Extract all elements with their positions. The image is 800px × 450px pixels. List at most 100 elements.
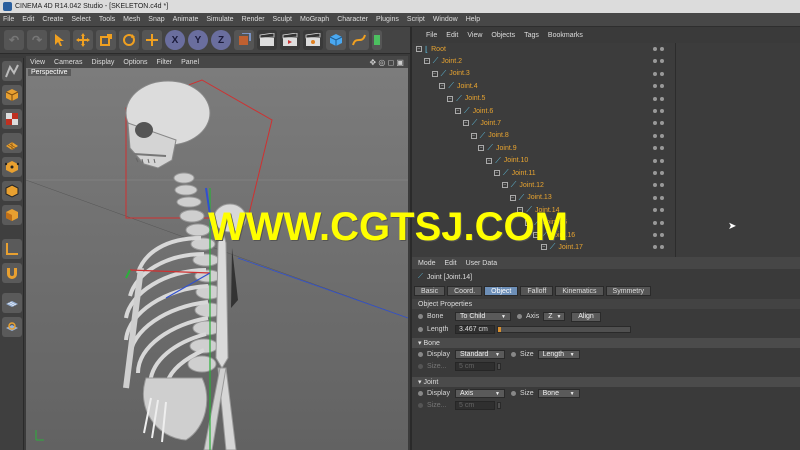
add-nurbs-button[interactable] <box>372 30 382 50</box>
am-menu-edit[interactable]: Edit <box>445 260 457 267</box>
viewport-menu-view[interactable]: View <box>30 59 45 66</box>
tab-falloff[interactable]: Falloff <box>520 286 554 296</box>
visibility-dot[interactable] <box>653 96 657 101</box>
viewport-camera-label[interactable]: Perspective <box>28 69 71 76</box>
viewport-nav-icons[interactable]: ✥ ◎ ◻ ▣ <box>369 58 404 67</box>
expand-toggle-icon[interactable]: − <box>431 70 438 77</box>
menu-mograph[interactable]: MoGraph <box>300 16 329 23</box>
am-menu-user-data[interactable]: User Data <box>466 260 498 267</box>
bone-display-select[interactable]: Standard ▼ <box>455 350 505 359</box>
visibility-dot[interactable] <box>660 183 664 188</box>
expand-toggle-icon[interactable]: − <box>439 83 446 90</box>
coordinate-system-button[interactable] <box>234 30 254 50</box>
joint-section-header[interactable]: ▾ Joint <box>412 377 800 387</box>
menu-plugins[interactable]: Plugins <box>376 16 399 23</box>
om-menu-view[interactable]: View <box>467 32 482 39</box>
joint-display-select[interactable]: Axis ▼ <box>455 389 505 398</box>
scale-tool-button[interactable] <box>96 30 116 50</box>
visibility-dot[interactable] <box>660 47 664 51</box>
y-axis-toggle[interactable]: Y <box>188 30 208 50</box>
tree-item[interactable]: − ⟋ Joint.7 <box>462 117 501 129</box>
render-settings-button[interactable] <box>303 30 323 50</box>
joint-size-select[interactable]: Bone ▼ <box>537 389 580 398</box>
visibility-dot[interactable] <box>653 158 657 163</box>
visibility-dot[interactable] <box>660 208 664 213</box>
expand-toggle-icon[interactable]: − <box>455 108 461 114</box>
menu-file[interactable]: File <box>3 16 14 23</box>
polygons-mode-button[interactable] <box>2 205 22 225</box>
visibility-dot[interactable] <box>653 84 657 89</box>
tab-object[interactable]: Object <box>484 286 519 296</box>
menu-script[interactable]: Script <box>407 16 425 23</box>
redo-button[interactable]: ↷ <box>27 30 47 50</box>
tab-symmetry[interactable]: Symmetry <box>605 286 652 296</box>
add-cube-button[interactable] <box>326 30 346 50</box>
add-spline-button[interactable] <box>349 30 369 50</box>
visibility-dot[interactable] <box>653 71 657 76</box>
visibility-dot[interactable] <box>653 146 657 151</box>
visibility-dot[interactable] <box>660 96 664 101</box>
length-slider[interactable] <box>497 326 631 333</box>
tree-item[interactable]: − ⟋ Joint.2 <box>423 55 462 67</box>
om-menu-bookmarks[interactable]: Bookmarks <box>548 32 583 39</box>
visibility-dot[interactable] <box>653 220 657 225</box>
visibility-dot[interactable] <box>660 84 664 89</box>
expand-toggle-icon[interactable]: − <box>462 120 469 127</box>
bone-animate-dot[interactable] <box>418 314 423 319</box>
move-tool-button[interactable] <box>73 30 93 50</box>
axis-mode-button[interactable] <box>2 239 22 259</box>
expand-toggle-icon[interactable]: − <box>486 157 493 164</box>
expand-toggle-icon[interactable]: − <box>423 58 430 65</box>
workplane-mode-button[interactable] <box>2 133 22 153</box>
menu-create[interactable]: Create <box>42 16 63 23</box>
tree-item[interactable]: − ⟋ Joint.8 <box>470 130 509 142</box>
visibility-dot[interactable] <box>660 220 664 225</box>
live-selection-button[interactable] <box>50 30 70 50</box>
visibility-dot[interactable] <box>653 183 657 188</box>
om-menu-file[interactable]: File <box>426 32 437 39</box>
recent-tool-button[interactable] <box>142 30 162 50</box>
expand-toggle-icon[interactable]: − <box>416 46 422 52</box>
axis-animate-dot[interactable] <box>517 314 522 319</box>
tab-basic[interactable]: Basic <box>414 286 446 296</box>
undo-button[interactable]: ↶ <box>4 30 24 50</box>
visibility-dot[interactable] <box>660 233 664 237</box>
menu-simulate[interactable]: Simulate <box>206 16 233 23</box>
visibility-dot[interactable] <box>653 233 657 237</box>
om-menu-tags[interactable]: Tags <box>524 32 539 39</box>
viewport-menu-display[interactable]: Display <box>91 59 114 66</box>
texture-mode-button[interactable] <box>2 109 22 129</box>
visibility-dot[interactable] <box>660 245 664 250</box>
tree-item[interactable]: − ⟋ Joint.6 <box>455 105 493 117</box>
snap-button[interactable] <box>2 293 22 313</box>
tree-item[interactable]: − ⟋ Joint.11 <box>494 167 536 179</box>
menu-help[interactable]: Help <box>466 16 480 23</box>
tab-coord[interactable]: Coord. <box>447 286 483 296</box>
edges-mode-button[interactable] <box>2 181 22 201</box>
length-animate-dot[interactable] <box>418 327 423 332</box>
visibility-dot[interactable] <box>660 133 664 138</box>
menu-select[interactable]: Select <box>71 16 90 23</box>
menu-snap[interactable]: Snap <box>148 16 164 23</box>
x-axis-toggle[interactable]: X <box>165 30 185 50</box>
workplane-lock-button[interactable] <box>2 317 22 337</box>
joint-display-animate-dot[interactable] <box>418 391 423 396</box>
visibility-dot[interactable] <box>653 245 657 250</box>
viewport-menu-filter[interactable]: Filter <box>157 59 173 66</box>
visibility-dot[interactable] <box>660 171 664 175</box>
menu-tools[interactable]: Tools <box>99 16 115 23</box>
visibility-dot[interactable] <box>660 59 664 64</box>
tree-item[interactable]: − ⟋ Joint.13 <box>509 192 552 204</box>
align-button[interactable]: Align <box>571 311 601 322</box>
menu-mesh[interactable]: Mesh <box>123 16 140 23</box>
tree-item[interactable]: − ⟋ Joint.5 <box>447 93 485 105</box>
viewport-menu-panel[interactable]: Panel <box>181 59 199 66</box>
visibility-dot[interactable] <box>660 195 664 200</box>
visibility-dot[interactable] <box>653 195 657 200</box>
expand-toggle-icon[interactable]: − <box>447 95 454 102</box>
tree-item[interactable]: − ⟋ Joint.9 <box>478 142 517 154</box>
bone-display-animate-dot[interactable] <box>418 352 423 357</box>
tree-item[interactable]: − ⟋ Joint.3 <box>431 68 470 80</box>
visibility-dot[interactable] <box>653 133 657 138</box>
joint-size-animate-dot[interactable] <box>511 391 516 396</box>
